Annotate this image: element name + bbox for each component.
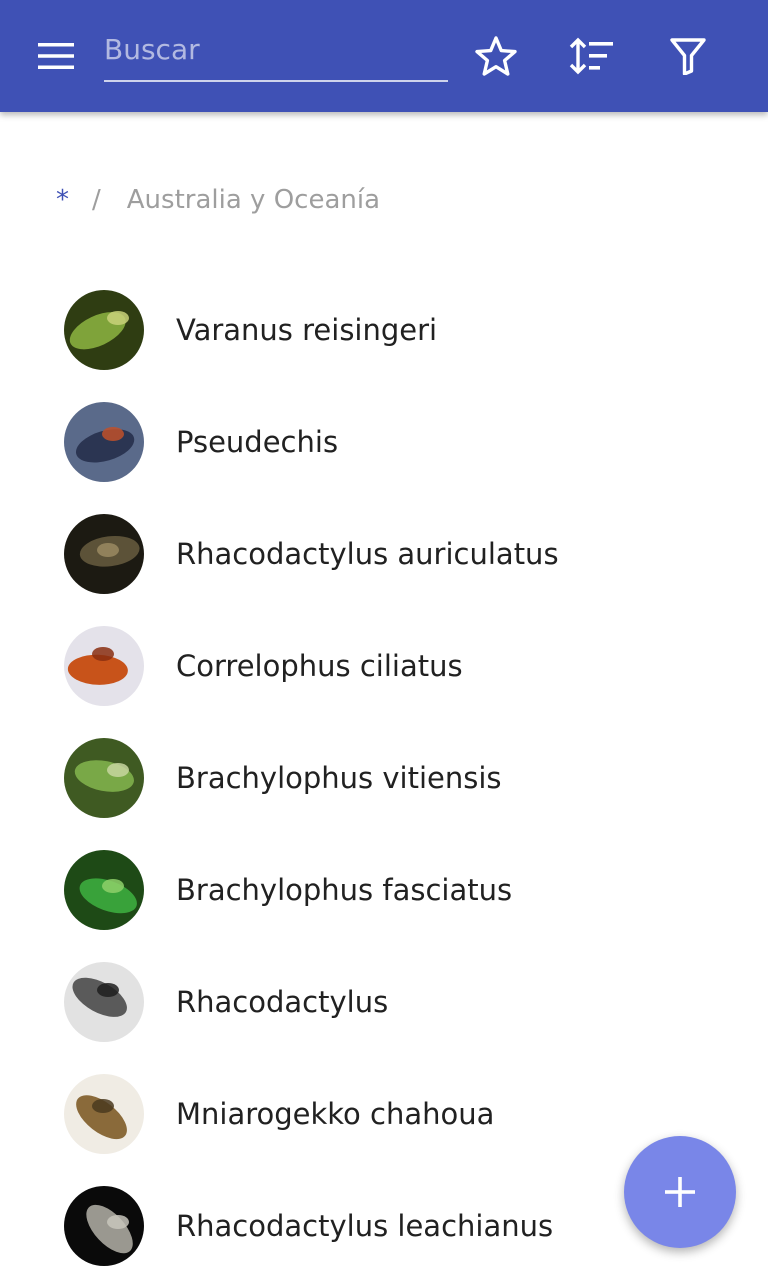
species-photo: [64, 850, 144, 930]
species-avatar: [64, 1074, 144, 1154]
species-photo: [64, 290, 144, 370]
species-list: Varanus reisingeri Pseudechis Rhacodacty…: [0, 274, 768, 1282]
star-outline-icon: [475, 36, 517, 76]
species-avatar: [64, 738, 144, 818]
species-photo: [64, 402, 144, 482]
species-photo: [64, 626, 144, 706]
species-photo: [64, 962, 144, 1042]
add-button[interactable]: [624, 1136, 736, 1248]
species-avatar: [64, 514, 144, 594]
species-name: Rhacodactylus: [176, 985, 389, 1019]
species-avatar: [64, 626, 144, 706]
species-avatar: [64, 402, 144, 482]
search-field: [104, 22, 448, 82]
filter-button[interactable]: [660, 28, 716, 84]
species-photo: [64, 1074, 144, 1154]
filter-icon: [670, 38, 706, 75]
breadcrumb-root-link[interactable]: *: [56, 185, 69, 215]
species-name: Correlophus ciliatus: [176, 649, 463, 683]
species-list-item[interactable]: Pseudechis: [0, 386, 768, 498]
species-list-item[interactable]: Varanus reisingeri: [0, 274, 768, 386]
species-photo: [64, 738, 144, 818]
species-name: Brachylophus fasciatus: [176, 873, 513, 907]
sort-icon: [569, 37, 613, 75]
species-name: Rhacodactylus auriculatus: [176, 537, 559, 571]
species-list-item[interactable]: Correlophus ciliatus: [0, 610, 768, 722]
species-photo: [64, 1186, 144, 1266]
species-name: Brachylophus vitiensis: [176, 761, 502, 795]
menu-icon: [38, 43, 74, 69]
species-list-item[interactable]: Brachylophus fasciatus: [0, 834, 768, 946]
species-avatar: [64, 850, 144, 930]
species-list-item[interactable]: Rhacodactylus auriculatus: [0, 498, 768, 610]
species-photo: [64, 514, 144, 594]
favorites-button[interactable]: [468, 28, 524, 84]
sort-button[interactable]: [563, 28, 619, 84]
search-input[interactable]: [104, 26, 444, 72]
breadcrumb-current: Australia y Oceanía: [126, 185, 381, 215]
app-bar: [0, 0, 768, 112]
species-avatar: [64, 290, 144, 370]
breadcrumb-separator: /: [92, 185, 101, 215]
species-list-item[interactable]: Brachylophus vitiensis: [0, 722, 768, 834]
species-name: Mniarogekko chahoua: [176, 1097, 495, 1131]
plus-icon: [665, 1177, 695, 1207]
menu-button[interactable]: [28, 28, 84, 84]
species-list-item[interactable]: Rhacodactylus: [0, 946, 768, 1058]
species-avatar: [64, 962, 144, 1042]
species-name: Pseudechis: [176, 425, 339, 459]
species-name: Rhacodactylus leachianus: [176, 1209, 554, 1243]
breadcrumb: * / Australia y Oceanía: [56, 178, 380, 222]
species-avatar: [64, 1186, 144, 1266]
species-name: Varanus reisingeri: [176, 313, 438, 347]
